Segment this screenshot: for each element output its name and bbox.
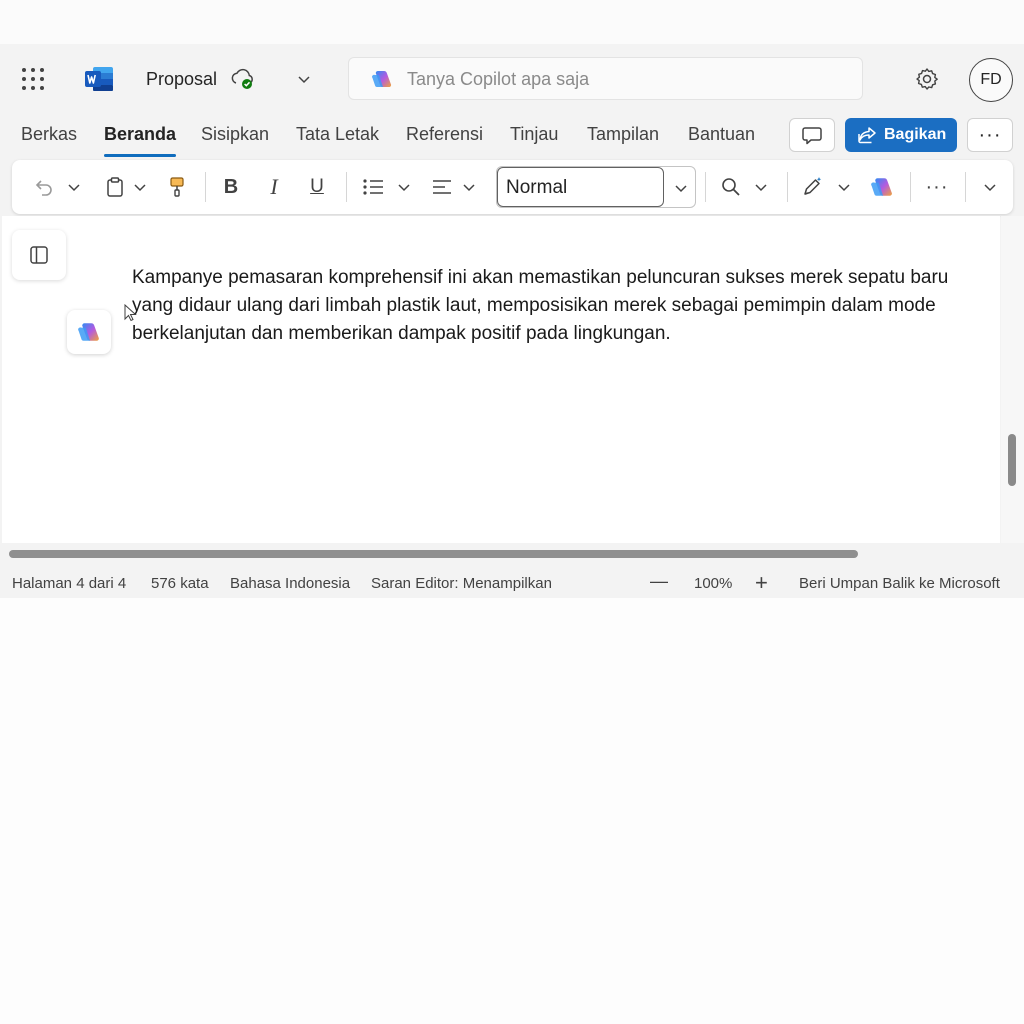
comment-icon <box>802 127 822 145</box>
designer-dropdown[interactable] <box>836 174 852 200</box>
tab-tampilan[interactable]: Tampilan <box>587 124 659 145</box>
vertical-scrollbar[interactable] <box>1001 216 1024 543</box>
style-value[interactable]: Normal <box>497 167 664 207</box>
more-options-button[interactable]: ··· <box>967 118 1013 152</box>
copilot-icon <box>871 178 892 196</box>
chevron-down-icon[interactable] <box>673 181 689 197</box>
tab-berkas[interactable]: Berkas <box>21 124 77 145</box>
zoom-level[interactable]: 100% <box>694 575 732 592</box>
paste-dropdown[interactable] <box>132 174 148 200</box>
more-tools-button[interactable]: ··· <box>924 174 950 200</box>
editor-suggestions[interactable]: Saran Editor: Menampilkan <box>371 575 552 592</box>
align-icon <box>433 180 451 194</box>
bullets-dropdown[interactable] <box>396 174 412 200</box>
bullets-icon <box>363 179 383 195</box>
share-label: Bagikan <box>884 126 947 143</box>
tab-bantuan[interactable]: Bantuan <box>688 124 755 145</box>
avatar[interactable]: FD <box>969 58 1013 102</box>
document-title[interactable]: Proposal <box>146 69 217 90</box>
align-dropdown[interactable] <box>461 174 477 200</box>
expand-ribbon-button[interactable] <box>980 174 1000 200</box>
chevron-down-icon <box>463 184 475 192</box>
formatting-toolbar: B I U Normal ··· <box>12 160 1013 214</box>
find-dropdown[interactable] <box>753 174 769 200</box>
format-painter-icon <box>170 177 184 197</box>
tab-tinjau[interactable]: Tinjau <box>510 124 558 145</box>
word-logo-icon[interactable] <box>84 66 114 92</box>
chevron-down-icon <box>134 184 146 192</box>
zoom-out-button[interactable]: — <box>650 571 668 592</box>
tab-beranda[interactable]: Beranda <box>104 124 177 157</box>
chevron-down-icon[interactable] <box>296 71 312 87</box>
copilot-icon <box>372 70 392 88</box>
vertical-scroll-thumb[interactable] <box>1008 434 1016 486</box>
feedback-link[interactable]: Beri Umpan Balik ke Microsoft <box>799 575 1000 592</box>
title-bar: Proposal FD <box>0 44 1024 116</box>
copilot-icon <box>78 323 99 341</box>
navigation-pane-icon <box>30 246 48 264</box>
toolbar-divider <box>346 172 347 202</box>
designer-button[interactable] <box>800 174 824 200</box>
zoom-in-button[interactable]: + <box>755 570 768 596</box>
find-button[interactable] <box>719 174 743 200</box>
undo-button[interactable] <box>32 174 56 200</box>
toolbar-divider <box>965 172 966 202</box>
status-bar: Halaman 4 dari 4 576 kata Bahasa Indones… <box>0 566 1024 598</box>
chevron-down-icon <box>68 184 80 192</box>
language-indicator[interactable]: Bahasa Indonesia <box>230 575 350 592</box>
copilot-inline-button[interactable] <box>67 310 111 354</box>
chevron-down-icon <box>838 184 850 192</box>
ribbon-tabs: Berkas Beranda Sisipkan Tata Letak Refer… <box>0 116 1024 158</box>
navigation-pane-button[interactable] <box>12 230 66 280</box>
word-app-window: Proposal FD <box>0 44 1024 598</box>
chevron-down-icon <box>984 184 996 192</box>
document-paragraph[interactable]: Kampanye pemasaran komprehensif ini akan… <box>132 264 962 348</box>
copilot-search-input[interactable] <box>407 64 847 94</box>
gear-icon[interactable] <box>914 66 940 92</box>
toolbar-divider <box>910 172 911 202</box>
italic-button[interactable]: I <box>263 174 285 200</box>
toolbar-divider <box>787 172 788 202</box>
clipboard-icon <box>107 177 123 197</box>
bullets-button[interactable] <box>361 174 385 200</box>
undo-dropdown[interactable] <box>66 174 82 200</box>
tab-sisipkan[interactable]: Sisipkan <box>201 124 269 145</box>
bold-button[interactable]: B <box>220 174 242 200</box>
paste-button[interactable] <box>104 174 126 200</box>
paragraph-style-select[interactable]: Normal <box>496 166 696 208</box>
chevron-down-icon <box>398 184 410 192</box>
undo-icon <box>35 180 52 196</box>
copilot-button[interactable] <box>869 174 895 200</box>
designer-pen-icon <box>804 177 822 195</box>
underline-button[interactable]: U <box>306 174 328 200</box>
copilot-search-box[interactable] <box>348 57 863 100</box>
cloud-saved-icon[interactable] <box>230 68 256 90</box>
find-icon <box>722 178 740 196</box>
align-button[interactable] <box>430 174 454 200</box>
toolbar-divider <box>705 172 706 202</box>
chevron-down-icon <box>755 184 767 192</box>
page-top-margin <box>0 0 1024 44</box>
format-painter-button[interactable] <box>166 174 188 200</box>
page-count[interactable]: Halaman 4 dari 4 <box>12 575 126 592</box>
tab-tata-letak[interactable]: Tata Letak <box>296 124 379 145</box>
tab-referensi[interactable]: Referensi <box>406 124 483 145</box>
comments-button[interactable] <box>789 118 835 152</box>
word-count[interactable]: 576 kata <box>151 575 209 592</box>
horizontal-scroll-thumb[interactable] <box>9 550 858 558</box>
app-launcher-icon[interactable] <box>22 68 44 90</box>
cursor-icon <box>124 304 137 322</box>
share-button[interactable]: Bagikan <box>845 118 957 152</box>
share-icon <box>858 127 876 144</box>
toolbar-divider <box>205 172 206 202</box>
